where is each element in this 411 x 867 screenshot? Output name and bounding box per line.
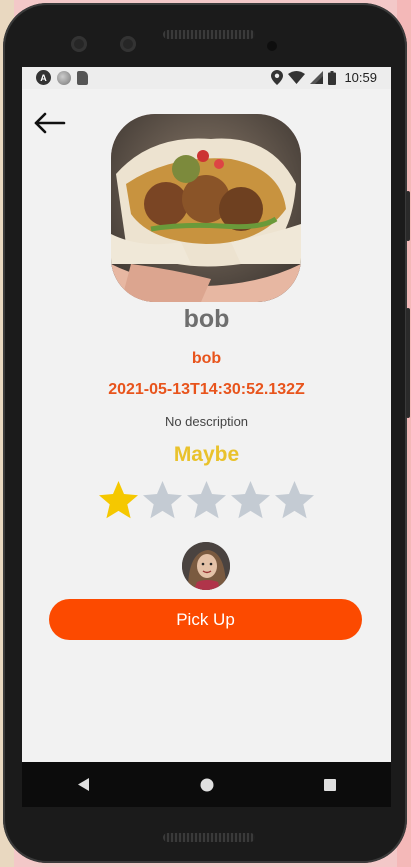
star-empty-icon[interactable] xyxy=(230,480,271,520)
rating-label: Maybe xyxy=(173,443,240,466)
signal-icon xyxy=(310,71,324,84)
nav-back-button[interactable] xyxy=(54,765,114,805)
app-circle-icon xyxy=(57,70,71,85)
status-left-icons: A xyxy=(36,70,88,85)
recents-square-icon xyxy=(323,778,336,791)
status-right-icons: 10:59 xyxy=(271,70,377,85)
android-nav-bar xyxy=(22,762,391,807)
volume-button xyxy=(406,308,410,418)
clock-time: 10:59 xyxy=(344,70,377,85)
item-title: bob xyxy=(183,305,230,333)
battery-icon xyxy=(328,70,337,85)
power-button xyxy=(406,191,410,241)
front-camera-icon xyxy=(71,36,87,52)
earpiece-speaker xyxy=(163,30,255,39)
bottom-speaker xyxy=(163,833,255,842)
back-triangle-icon xyxy=(77,778,89,791)
star-filled-icon[interactable] xyxy=(98,480,139,520)
nav-recents-button[interactable] xyxy=(300,765,360,805)
item-user: bob xyxy=(191,350,222,367)
sd-card-icon xyxy=(77,70,88,85)
nav-home-button[interactable] xyxy=(177,765,237,805)
back-arrow-icon[interactable] xyxy=(34,111,66,135)
front-sensor-icon xyxy=(120,36,136,52)
location-icon xyxy=(271,70,284,85)
avatar[interactable] xyxy=(182,542,230,590)
star-empty-icon[interactable] xyxy=(186,480,227,520)
pick-up-button[interactable]: Pick Up xyxy=(49,599,362,640)
app-a-icon: A xyxy=(36,70,51,85)
star-empty-icon[interactable] xyxy=(142,480,183,520)
proximity-sensor xyxy=(267,41,277,51)
app-screen: A 10:59 bob bob 2021-05-13T14:30:52.132Z… xyxy=(22,67,391,807)
star-empty-icon[interactable] xyxy=(274,480,315,520)
item-description: No description xyxy=(164,414,249,429)
home-circle-icon xyxy=(200,778,213,791)
food-photo xyxy=(111,114,301,302)
status-bar: A 10:59 xyxy=(22,67,391,89)
star-rating[interactable] xyxy=(98,480,315,520)
item-date: 2021-05-13T14:30:52.132Z xyxy=(108,381,305,398)
wifi-icon xyxy=(288,71,306,84)
